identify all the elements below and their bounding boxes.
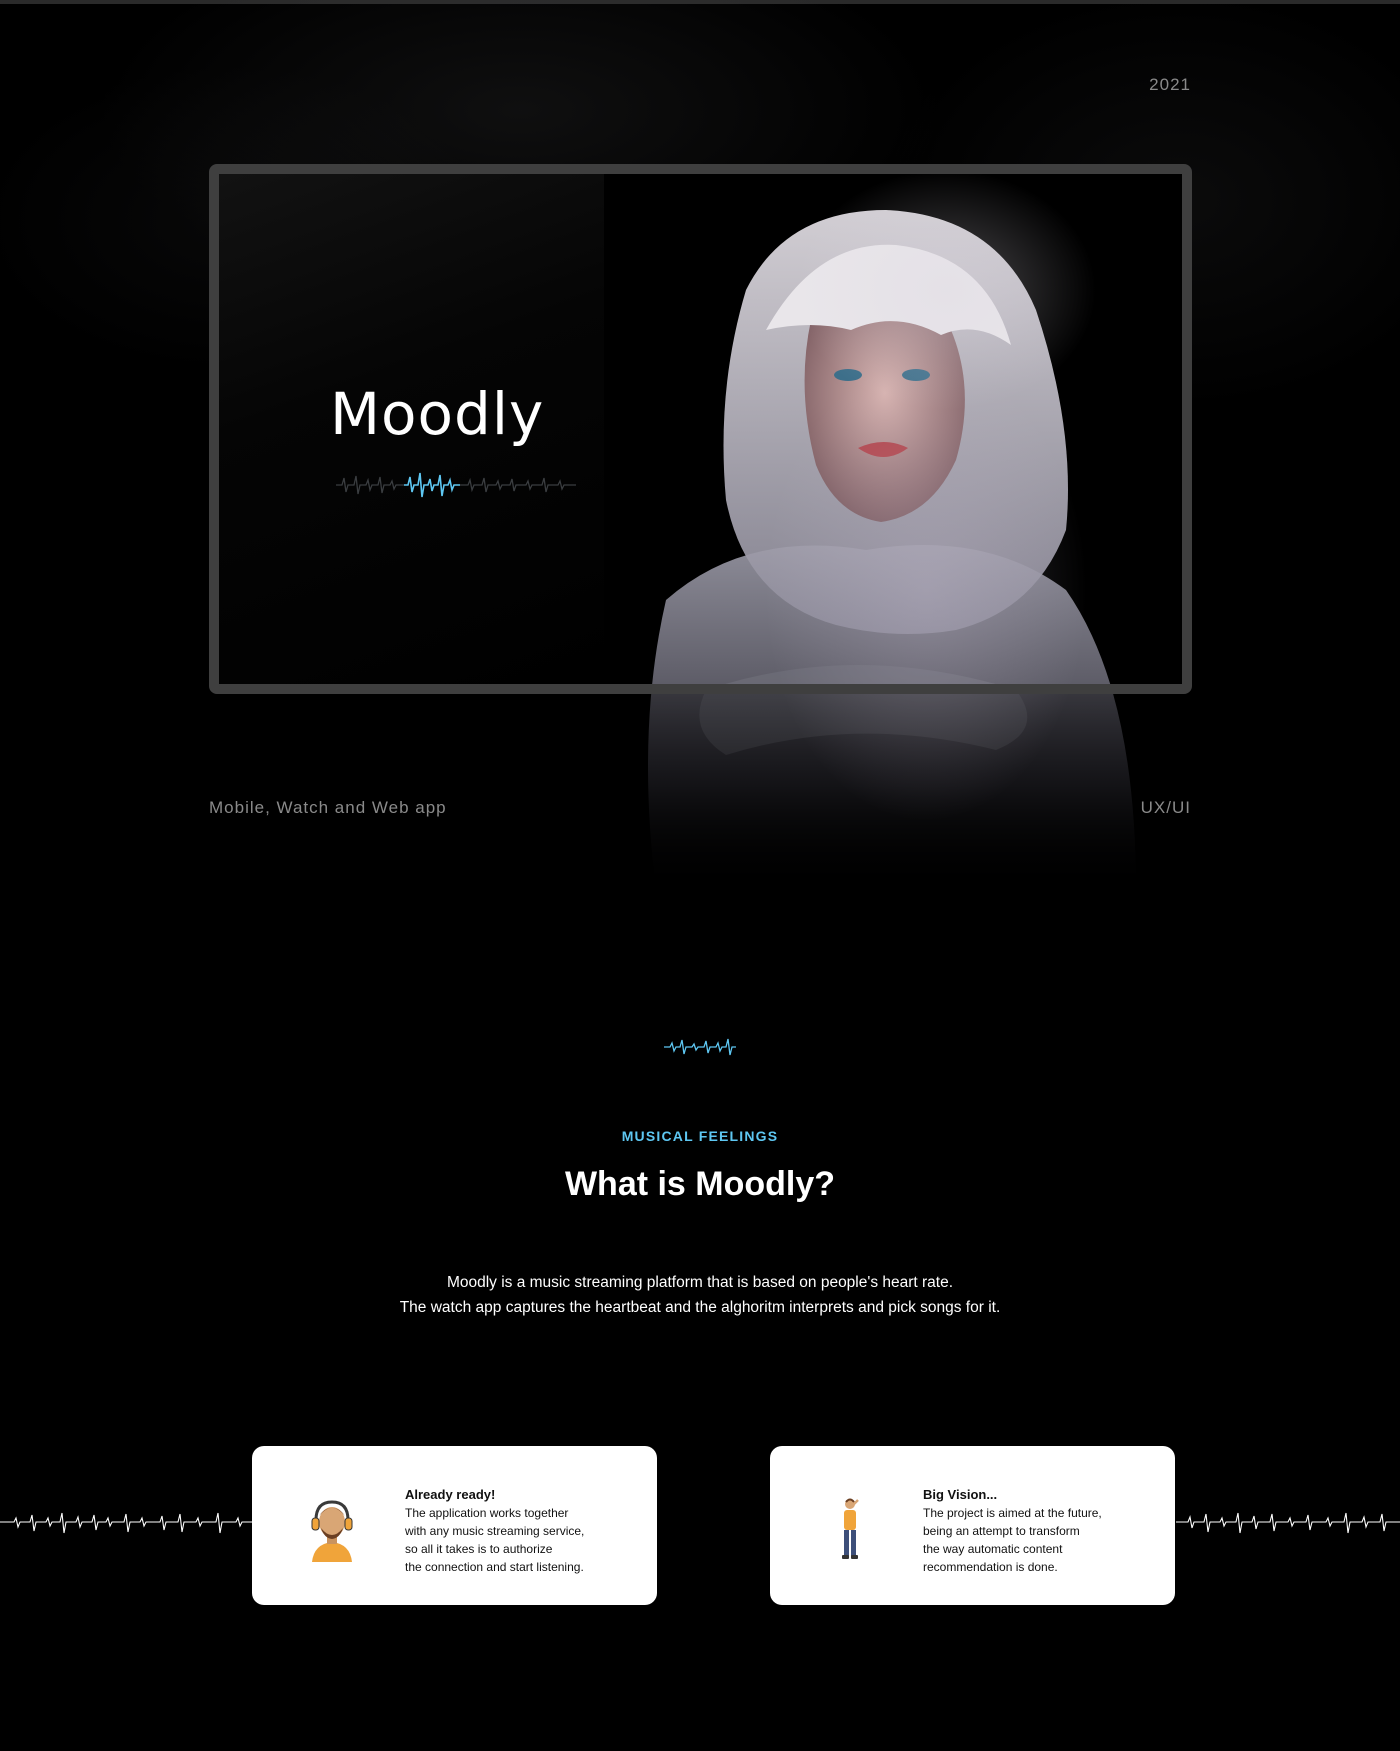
- heartbeat-line-left: [0, 1512, 252, 1534]
- standing-character-icon: [842, 1498, 859, 1559]
- heartbeat-wave-icon: [336, 472, 576, 498]
- card-line: so all it takes is to authorize: [405, 1542, 553, 1556]
- card-text: Already ready! The application works tog…: [405, 1486, 645, 1576]
- card-line: the connection and start listening.: [405, 1560, 584, 1574]
- card-line: the way automatic content: [923, 1542, 1063, 1556]
- project-year: 2021: [1149, 75, 1191, 94]
- section-description: Moodly is a music streaming platform tha…: [0, 1270, 1400, 1320]
- description-line: Moodly is a music streaming platform tha…: [446, 1274, 954, 1291]
- brand-title: Moodly: [330, 380, 545, 448]
- section-title: What is Moodly?: [564, 1165, 836, 1203]
- feature-card-big-vision: Big Vision... The project is aimed at th…: [770, 1446, 1175, 1605]
- card-line: with any music streaming service,: [405, 1524, 585, 1538]
- headphones-character-icon: [311, 1500, 353, 1562]
- card-text: Big Vision... The project is aimed at th…: [923, 1486, 1163, 1576]
- card-line: recommendation is done.: [923, 1560, 1058, 1574]
- card-line: being an attempt to transform: [923, 1524, 1080, 1538]
- project-discipline: UX/UI: [1140, 798, 1191, 817]
- section-heartbeat-icon: [664, 1038, 736, 1056]
- card-line: The application works together: [405, 1506, 569, 1520]
- card-title: Big Vision...: [923, 1487, 998, 1502]
- description-line: The watch app captures the heartbeat and…: [399, 1299, 1001, 1316]
- card-title: Already ready!: [405, 1487, 496, 1502]
- section-eyebrow: MUSICAL FEELINGS: [621, 1128, 779, 1144]
- hero-photo: [604, 174, 1182, 684]
- heartbeat-line-right: [1176, 1512, 1400, 1534]
- feature-card-already-ready: Already ready! The application works tog…: [252, 1446, 657, 1605]
- project-platforms: Mobile, Watch and Web app: [209, 798, 447, 817]
- card-line: The project is aimed at the future,: [923, 1506, 1102, 1520]
